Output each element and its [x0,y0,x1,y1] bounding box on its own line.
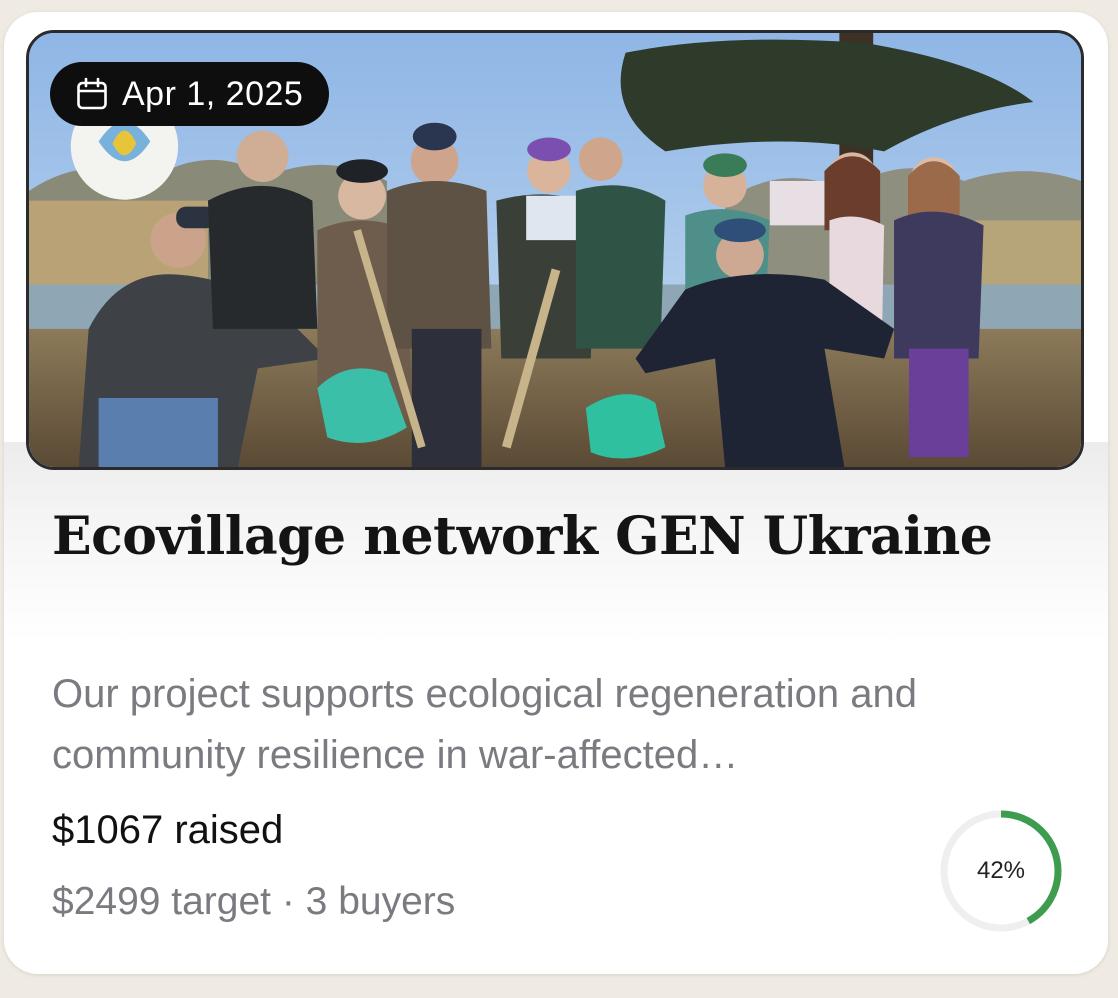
project-title[interactable]: Ecovillage network GEN Ukraine [52,506,993,567]
date-text: Apr 1, 2025 [122,74,304,113]
project-description: Our project supports ecological regenera… [52,672,917,777]
target-and-buyers: $2499 target · 3 buyers [52,880,456,923]
progress-percent: 42% [976,857,1026,884]
calendar-icon [77,77,107,110]
project-card[interactable]: Apr 1, 2025 Ecovillage network GEN Ukrai… [4,12,1108,974]
amount-raised: $1067 raised [52,808,284,852]
progress-ring: 42% [938,808,1064,934]
date-badge: Apr 1, 2025 [50,62,330,126]
